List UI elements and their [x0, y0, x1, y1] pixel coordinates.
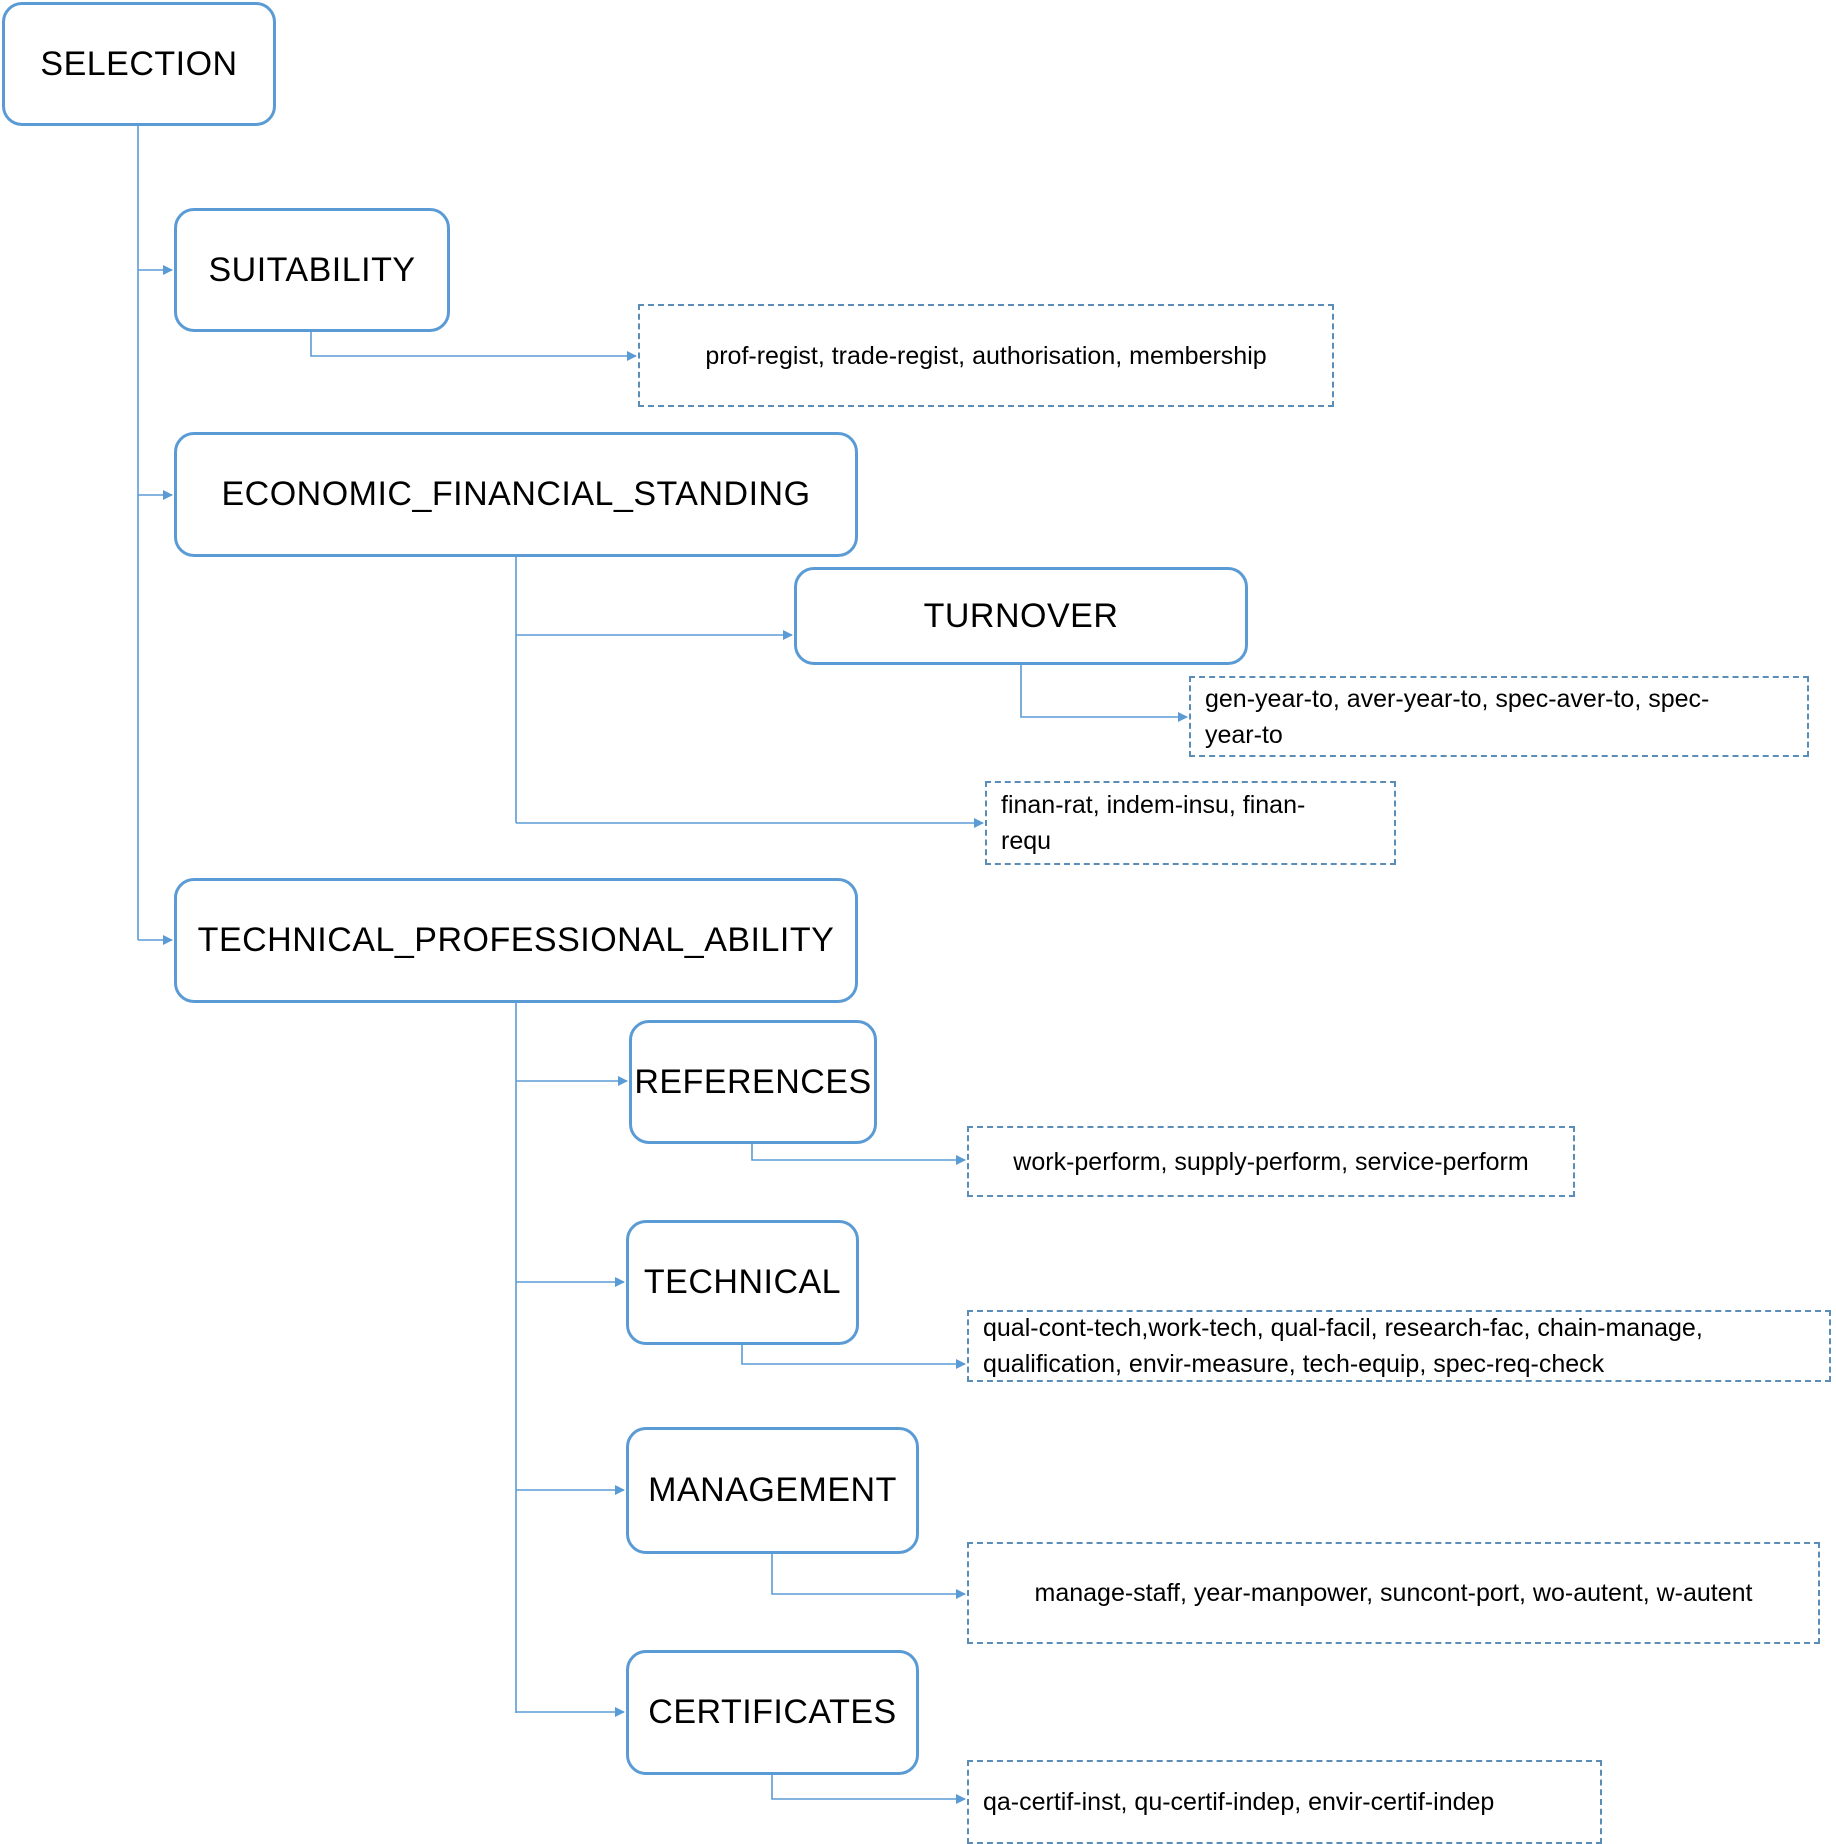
node-references: REFERENCES [629, 1020, 877, 1144]
leaf-technical-criteria: qual-cont-tech,work-tech, qual-facil, re… [967, 1310, 1831, 1382]
connector-suitability-leaf [310, 331, 637, 361]
leaf-turnover-text: gen-year-to, aver-year-to, spec-aver-to,… [1205, 684, 1710, 749]
node-selection: SELECTION [2, 2, 276, 126]
node-references-label: REFERENCES [634, 1062, 872, 1101]
leaf-suitability-text: prof-regist, trade-regist, authorisation… [705, 341, 1267, 370]
node-turnover-label: TURNOVER [923, 596, 1119, 635]
leaf-references-criteria: work-perform, supply-perform, service-pe… [967, 1126, 1575, 1197]
node-technical-professional-ability: TECHNICAL_PROFESSIONAL_ABILITY [174, 878, 858, 1003]
leaf-management-criteria: manage-staff, year-manpower, suncont-por… [967, 1542, 1820, 1644]
leaf-references-text: work-perform, supply-perform, service-pe… [1013, 1147, 1529, 1176]
node-technical-label: TECHNICAL [643, 1263, 842, 1301]
connector-technical-leaf [741, 1344, 966, 1369]
connector-management-leaf [771, 1553, 966, 1599]
connector-turnover-leaf [1020, 664, 1188, 722]
node-suitability-label: SUITABILITY [208, 250, 416, 289]
leaf-turnover-criteria: gen-year-to, aver-year-to, spec-aver-to,… [1189, 676, 1809, 757]
leaf-suitability-criteria: prof-regist, trade-regist, authorisation… [638, 304, 1334, 407]
leaf-management-text: manage-staff, year-manpower, suncont-por… [1034, 1579, 1753, 1607]
leaf-certificates-text: qa-certif-inst, qu-certif-indep, envir-c… [983, 1788, 1495, 1816]
node-certificates-label: CERTIFICATES [648, 1693, 897, 1731]
node-management-label: MANAGEMENT [648, 1471, 897, 1509]
connector-references-leaf [751, 1143, 966, 1165]
leaf-certificates-criteria: qa-certif-inst, qu-certif-indep, envir-c… [967, 1760, 1602, 1844]
leaf-technical-text: qual-cont-tech,work-tech, qual-facil, re… [983, 1314, 1703, 1378]
node-technical: TECHNICAL [626, 1220, 859, 1345]
leaf-economic-criteria: finan-rat, indem-insu, finan-requ [985, 781, 1396, 865]
node-certificates: CERTIFICATES [626, 1650, 919, 1775]
node-selection-label: SELECTION [40, 44, 238, 83]
node-suitability: SUITABILITY [174, 208, 450, 332]
node-economic-label: ECONOMIC_FINANCIAL_STANDING [221, 475, 811, 513]
node-economic-financial-standing: ECONOMIC_FINANCIAL_STANDING [174, 432, 858, 557]
node-technical-professional-label: TECHNICAL_PROFESSIONAL_ABILITY [197, 921, 835, 959]
node-turnover: TURNOVER [794, 567, 1248, 665]
leaf-economic-text: finan-rat, indem-insu, finan-requ [1001, 791, 1306, 855]
selection-criteria-diagram: SELECTION SUITABILITY prof-regist, trade… [0, 0, 1836, 1844]
node-management: MANAGEMENT [626, 1427, 919, 1554]
connector-certificates-leaf [771, 1774, 966, 1804]
